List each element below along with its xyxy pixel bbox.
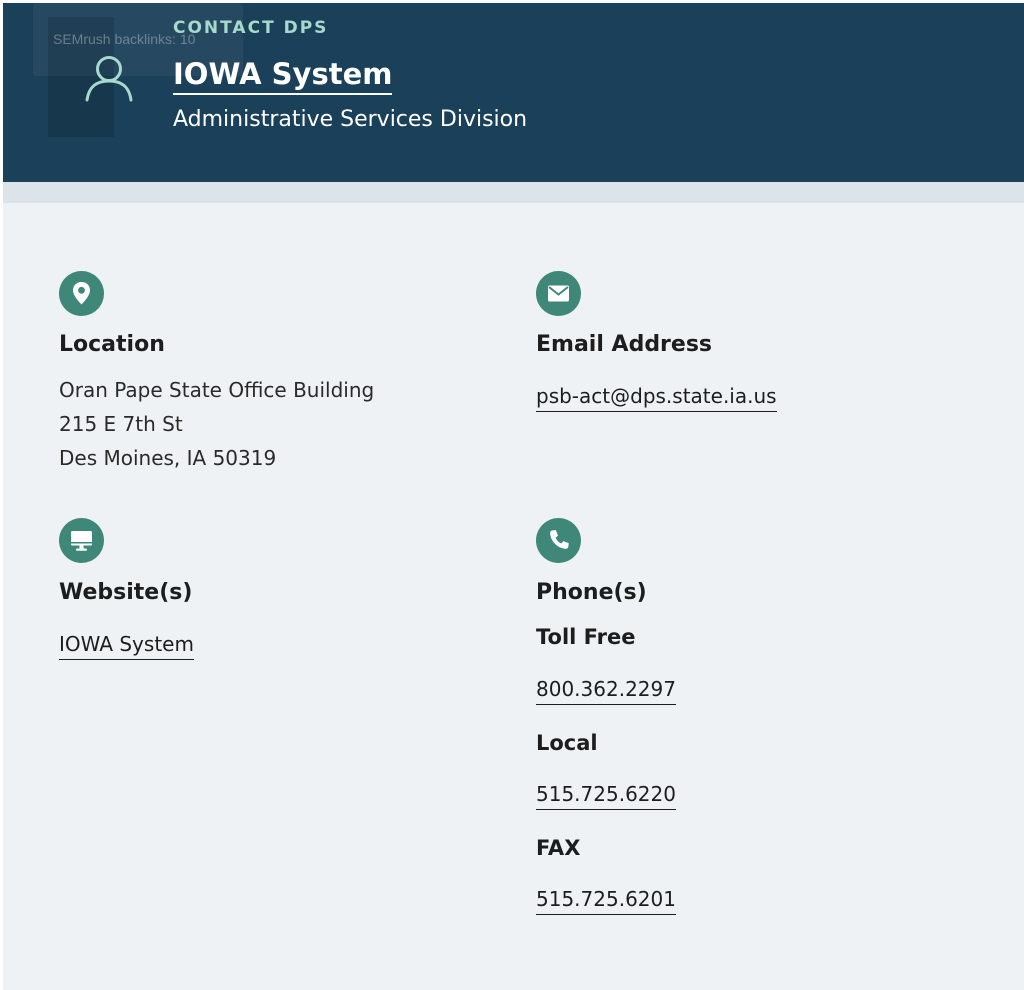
toll-free-label: Toll Free xyxy=(536,625,636,649)
location-heading: Location xyxy=(59,332,165,357)
address-line: Des Moines, IA 50319 xyxy=(59,446,277,470)
location-address: Oran Pape State Office Building 215 E 7t… xyxy=(59,373,374,475)
address-line: 215 E 7th St xyxy=(59,412,183,436)
user-icon xyxy=(85,56,133,102)
toll-free-phone-link[interactable]: 800.362.2297 xyxy=(536,676,676,705)
location-pin-icon xyxy=(59,271,104,316)
monitor-icon xyxy=(59,518,104,563)
phone-icon xyxy=(536,518,581,563)
email-heading: Email Address xyxy=(536,332,713,357)
page-subtitle: Administrative Services Division xyxy=(173,107,528,132)
fax-label: FAX xyxy=(536,836,581,860)
header-divider xyxy=(3,182,1024,203)
fax-phone-link[interactable]: 515.725.6201 xyxy=(536,886,676,915)
envelope-icon xyxy=(536,271,581,316)
address-line: Oran Pape State Office Building xyxy=(59,378,375,402)
eyebrow-label: CONTACT DPS xyxy=(173,18,329,38)
website-link[interactable]: IOWA System xyxy=(59,631,194,660)
contact-card: SEMrush backlinks: 10 CONTACT DPS IOWA S… xyxy=(3,3,1024,990)
contact-header: SEMrush backlinks: 10 CONTACT DPS IOWA S… xyxy=(3,3,1024,182)
local-label: Local xyxy=(536,731,598,755)
local-phone-link[interactable]: 515.725.6220 xyxy=(536,781,676,810)
page-title-link[interactable]: IOWA System xyxy=(173,55,393,95)
phones-heading: Phone(s) xyxy=(536,580,647,605)
email-link[interactable]: psb-act@dps.state.ia.us xyxy=(536,383,777,412)
website-heading: Website(s) xyxy=(59,580,193,605)
